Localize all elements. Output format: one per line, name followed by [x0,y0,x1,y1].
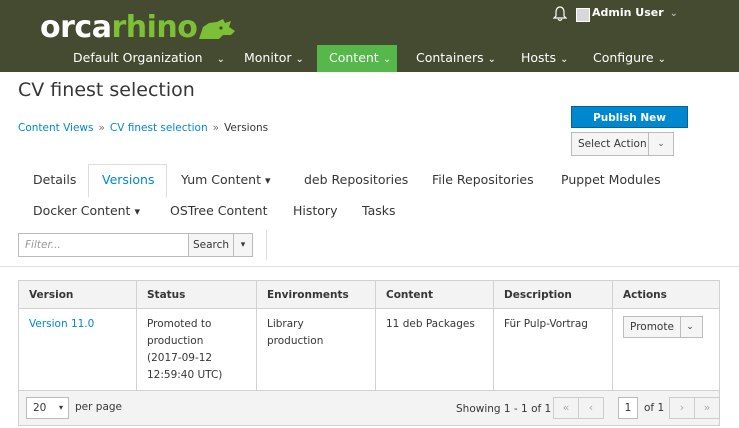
tab-history[interactable]: History [293,203,337,218]
cell-version: Version 11.0 [18,308,137,392]
column-header-actions: Actions [612,280,720,309]
tab-yum-content-label: Yum Content [181,172,261,187]
last-page-icon[interactable]: » [694,397,720,419]
status-line: 12:59:40 UTC) [147,369,223,381]
status-line: (2017-09-12 [147,352,213,364]
filter-input[interactable]: Filter... [18,233,189,257]
tab-yum-content[interactable]: Yum Content ▾ [181,172,271,187]
nav-containers[interactable]: Containers ⌄ [416,47,496,71]
nav-content-label: Content [329,50,379,65]
breadcrumb-separator: » [98,122,105,134]
environment-item: production [267,335,324,347]
cell-environments: Library production [256,308,376,392]
chevron-down-icon: ⌄ [487,54,496,65]
chevron-down-icon: ⌄ [295,54,304,65]
chevron-down-icon[interactable]: ⌄ [648,133,673,155]
chevron-down-icon: ⌄ [669,8,679,19]
table-header-row: Version Status Environments Content Desc… [18,280,720,309]
cell-content: 11 deb Packages [375,308,494,392]
logo-text-rhino: rhino [111,10,198,45]
breadcrumb-separator: » [212,122,220,134]
column-header-version[interactable]: Version [18,280,137,309]
caret-down-icon: ▾ [264,174,271,187]
promote-button[interactable]: Promote [624,317,681,337]
first-page-icon[interactable]: « [553,397,579,419]
toolbar-divider [266,230,267,260]
user-avatar [576,8,590,22]
promote-split-button[interactable]: Promote ⌄ [623,316,703,338]
column-header-content[interactable]: Content [375,280,494,309]
nav-containers-label: Containers [416,50,484,65]
chevron-down-icon: ⌄ [657,54,666,65]
per-page-select[interactable]: 20 ▾ [26,397,69,419]
nav-hosts[interactable]: Hosts ⌄ [521,47,568,71]
breadcrumb: Content Views » CV finest selection » Versio… [18,122,268,134]
nav-monitor[interactable]: Monitor ⌄ [244,47,304,71]
logo-text-orca: orca [40,10,112,45]
nav-content[interactable]: Content ⌄ [329,47,391,71]
next-page-icon[interactable]: › [669,397,695,419]
environment-item: Library [267,318,304,330]
page-number-input[interactable]: 1 [618,397,638,419]
per-page-label: per page [75,401,123,413]
page-title: CV finest selection [18,79,195,101]
column-header-environments[interactable]: Environments [256,280,376,309]
pagination-bar: 20 ▾ per page Showing 1 - 1 of 1 « ‹ 1 of… [18,390,720,426]
nav-hosts-label: Hosts [521,50,556,65]
notifications-bell-icon[interactable] [552,6,568,22]
tab-deb-repositories[interactable]: deb Repositories [304,172,408,187]
tab-tasks[interactable]: Tasks [362,203,396,218]
cell-actions: Promote ⌄ [612,308,720,392]
column-header-status[interactable]: Status [136,280,257,309]
nav-configure[interactable]: Configure ⌄ [593,47,666,71]
chevron-down-icon: ⌄ [382,54,392,65]
status-line: Promoted to [147,318,212,330]
organization-label: Default Organization [73,50,203,65]
versions-table: Version Status Environments Content Desc… [18,280,720,392]
tab-ostree-content[interactable]: OSTree Content [170,203,268,218]
nav-monitor-label: Monitor [244,50,292,65]
user-menu[interactable]: Admin User ⌄ [592,6,678,19]
publish-new-version-button[interactable]: Publish New Version [571,106,688,146]
breadcrumb-content-view[interactable]: CV finest selection [110,122,208,134]
version-link[interactable]: Version 11.0 [29,318,94,330]
tab-docker-content[interactable]: Docker Content ▾ [33,203,140,218]
chevron-down-icon: ⌄ [559,54,569,65]
showing-count: Showing 1 - 1 of 1 [456,403,552,415]
status-line: production [147,335,204,347]
tab-docker-content-label: Docker Content [33,203,131,218]
nav-configure-label: Configure [593,50,654,65]
table-row: Version 11.0 Promoted to production (201… [18,308,720,392]
per-page-value: 20 [33,402,47,414]
column-header-description[interactable]: Description [493,280,613,309]
tab-file-repositories[interactable]: File Repositories [432,172,534,187]
tab-details[interactable]: Details [33,172,76,187]
tab-puppet-modules[interactable]: Puppet Modules [561,172,661,187]
app-logo[interactable]: orcarhino [40,10,237,46]
page-of-total: of 1 [644,402,665,414]
search-button[interactable]: Search [188,233,234,257]
previous-page-icon[interactable]: ‹ [578,397,604,419]
select-action-label: Select Action [578,138,647,150]
caret-down-icon: ▾ [58,403,63,412]
organization-selector[interactable]: Default Organization ⌄ [73,47,225,71]
user-name: Admin User [592,6,664,19]
section-divider [0,266,739,267]
chevron-down-icon: ⌄ [216,54,225,65]
tab-versions[interactable]: Versions [102,172,154,187]
chevron-down-icon[interactable]: ⌄ [678,317,702,337]
caret-down-icon: ▾ [134,205,140,218]
cell-status: Promoted to production (2017-09-12 12:59… [136,308,257,392]
breadcrumb-content-views[interactable]: Content Views [18,122,93,134]
search-options-caret-icon[interactable]: ▾ [233,233,253,257]
cell-description: Für Pulp-Vortrag [493,308,613,392]
select-action-dropdown[interactable]: Select Action ⌄ [571,132,674,156]
breadcrumb-current: Versions [224,122,269,134]
rhino-head-icon [197,16,237,42]
